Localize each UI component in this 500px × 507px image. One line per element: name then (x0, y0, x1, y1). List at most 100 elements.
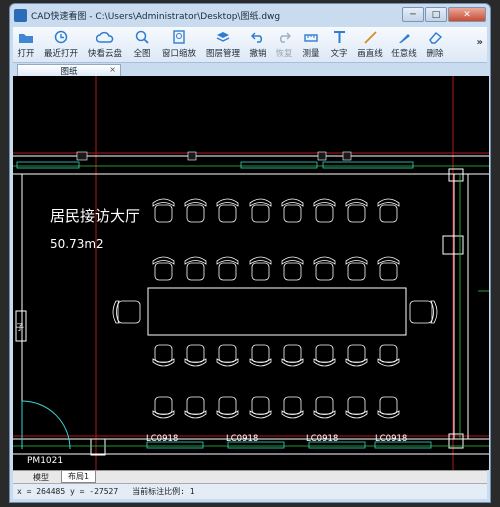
open-button[interactable]: 打开 (13, 27, 39, 62)
line-icon (361, 30, 379, 44)
chair (281, 344, 304, 367)
chair (313, 344, 336, 367)
tab-model[interactable]: 模型 (27, 471, 55, 483)
chair (249, 256, 272, 281)
chair (377, 396, 400, 419)
document-tabs: 图纸 × (13, 63, 487, 77)
freehand-button[interactable]: 任意线 (387, 27, 421, 62)
open-label: 打开 (17, 49, 35, 59)
chair (249, 198, 272, 223)
app-logo-icon (14, 8, 27, 22)
redo-button[interactable]: 恢复 (271, 27, 297, 62)
layout-tabs: 模型 布局1 (13, 470, 487, 483)
chair (377, 256, 400, 281)
text-icon (330, 30, 348, 44)
measure-button[interactable]: 测量 (297, 27, 325, 62)
tab-drawing[interactable]: 图纸 × (17, 64, 121, 77)
delete-button[interactable]: 删除 (421, 27, 449, 62)
full-view-icon (133, 30, 151, 44)
measure-icon (302, 30, 320, 44)
chair (112, 300, 141, 324)
undo-button[interactable]: 撤销 (245, 27, 271, 62)
recent-label: 最近打开 (43, 49, 78, 59)
chair (152, 396, 175, 419)
annotation-scale: 当前标注比例: 1 (132, 487, 195, 496)
folder-icon (17, 30, 35, 44)
window-label-1: LC0918 (146, 434, 178, 444)
chair (152, 256, 175, 281)
chair (216, 198, 239, 223)
title-bar: CAD快速看图 - C:\Users\Administrator\Desktop… (10, 4, 490, 26)
chair (184, 256, 207, 281)
chair (377, 198, 400, 223)
door-label: PM1021 (27, 456, 63, 466)
redo-label: 恢复 (275, 49, 293, 59)
text-button[interactable]: 文字 (325, 27, 353, 62)
undo-icon (249, 30, 267, 44)
tab-layout1[interactable]: 布局1 (61, 471, 97, 483)
window-zoom-label: 窗口缩放 (161, 49, 196, 59)
chair (313, 396, 336, 419)
more-tools-button[interactable]: » (477, 37, 483, 48)
drawing-canvas[interactable]: 居民接访大厅 50.73m2 PM1021 LC0918 LC0918 LC09… (13, 76, 489, 470)
chair (345, 396, 368, 419)
recent-icon (52, 30, 70, 44)
chair (216, 256, 239, 281)
layers-label: 图层管理 (205, 49, 240, 59)
chair (184, 396, 207, 419)
chair (184, 344, 207, 367)
redo-icon (275, 30, 293, 44)
chair (345, 198, 368, 223)
chair (216, 344, 239, 367)
freehand-label: 任意线 (391, 49, 417, 59)
chair (216, 396, 239, 419)
line-button[interactable]: 画直线 (353, 27, 387, 62)
maximize-button[interactable]: □ (425, 7, 447, 22)
full-view-label: 全图 (133, 49, 151, 59)
measure-label: 测量 (302, 49, 320, 59)
chair (377, 344, 400, 367)
text-label: 文字 (330, 49, 348, 59)
status-bar: x = 264485 y = -27527 当前标注比例: 1 (13, 483, 487, 499)
delete-label: 删除 (426, 49, 444, 59)
undo-label: 撤销 (249, 49, 267, 59)
close-button[interactable]: ✕ (448, 7, 486, 22)
room-area: 50.73m2 (50, 237, 104, 251)
chair (184, 198, 207, 223)
door-swing-arc (21, 400, 71, 450)
eraser-icon (426, 30, 444, 44)
chair (281, 396, 304, 419)
chair (345, 344, 368, 367)
chair (313, 256, 336, 281)
window-label-3: LC0918 (306, 434, 338, 444)
window-zoom-icon (170, 30, 188, 44)
tab-drawing-label: 图纸 (60, 66, 78, 77)
window-label-2: LC0918 (226, 434, 258, 444)
side-glyph: 子 (16, 323, 24, 332)
layers-button[interactable]: 图层管理 (201, 27, 245, 62)
cloud-button[interactable]: 快看云盘 (83, 27, 127, 62)
line-label: 画直线 (357, 49, 383, 59)
chair (249, 396, 272, 419)
close-tab-icon[interactable]: × (109, 65, 116, 74)
window-zoom-button[interactable]: 窗口缩放 (157, 27, 201, 62)
cloud-label: 快看云盘 (87, 49, 122, 59)
recent-button[interactable]: 最近打开 (39, 27, 83, 62)
window-label-4: LC0918 (375, 434, 407, 444)
chair (345, 256, 368, 281)
chair (281, 198, 304, 223)
chair (152, 198, 175, 223)
toolbar: 打开 最近打开 快看云盘 全图 窗口缩放 图层管理 撤销 恢复 测量 文字 画直… (13, 27, 487, 63)
conference-table (147, 287, 407, 336)
minimize-button[interactable]: ─ (402, 7, 424, 22)
cloud-icon (96, 30, 114, 44)
room-name: 居民接访大厅 (50, 207, 140, 225)
full-view-button[interactable]: 全图 (127, 27, 157, 62)
layers-icon (214, 30, 232, 44)
chair (409, 300, 438, 324)
app-window: CAD快速看图 - C:\Users\Administrator\Desktop… (9, 3, 491, 503)
freehand-icon (395, 30, 413, 44)
chair (249, 344, 272, 367)
cad-drawing: 居民接访大厅 50.73m2 PM1021 LC0918 LC0918 LC09… (13, 76, 489, 470)
chair (281, 256, 304, 281)
